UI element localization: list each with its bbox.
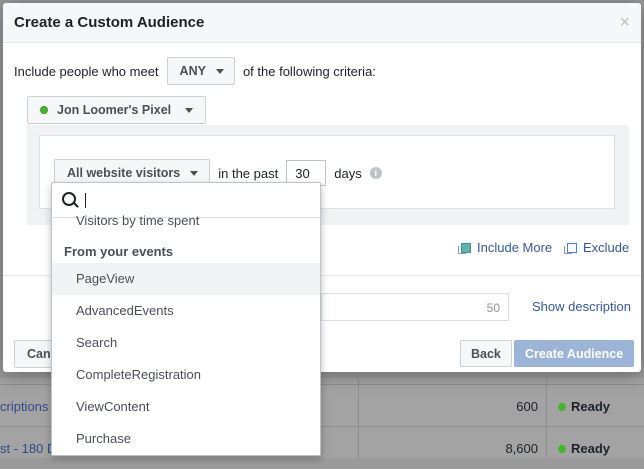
pixel-status-icon (40, 106, 48, 114)
days-label: days (334, 165, 362, 181)
menu-item-search[interactable]: Search (52, 327, 320, 359)
criteria-prefix: Include people who meet (14, 63, 159, 79)
ready-dot-icon (558, 403, 566, 411)
menu-item-advancedevents[interactable]: AdvancedEvents (52, 295, 320, 327)
menu-item-completeregistration[interactable]: CompleteRegistration (52, 359, 320, 391)
create-audience-button[interactable]: Create Audience (514, 340, 635, 367)
include-more-icon (458, 242, 471, 254)
exclude-label: Exclude (583, 240, 630, 255)
show-description-link[interactable]: Show description (532, 299, 631, 314)
status-badge: Ready (558, 441, 610, 456)
menu-section-heading: From your events (64, 244, 174, 259)
ready-dot-icon (558, 445, 566, 453)
include-more-label: Include More (477, 240, 553, 255)
visitor-type-label: All website visitors (67, 166, 181, 180)
any-all-dropdown[interactable]: ANY (166, 57, 235, 85)
criteria-suffix: of the following criteria: (242, 63, 376, 79)
menu-item-viewcontent[interactable]: ViewContent (52, 391, 320, 423)
include-more-link[interactable]: Include More (458, 240, 553, 255)
char-count: 50 (486, 301, 500, 315)
exclude-icon (564, 242, 577, 254)
exclude-link[interactable]: Exclude (564, 240, 630, 255)
pixel-selector[interactable]: Jon Loomer's Pixel (27, 96, 207, 124)
chevron-down-icon (190, 170, 199, 176)
status-badge: Ready (558, 399, 610, 414)
visitor-type-menu: Visitors by time spent From your events … (51, 182, 321, 456)
text-cursor (85, 193, 86, 208)
back-button[interactable]: Back (460, 340, 512, 367)
audience-size: 8,600 (505, 441, 538, 456)
menu-item-pageview[interactable]: PageView (52, 263, 320, 295)
in-the-past-label: in the past (218, 165, 279, 181)
dialog-header: Create a Custom Audience × (3, 3, 641, 43)
close-icon[interactable]: × (619, 12, 630, 33)
audience-name-field[interactable]: 50 (321, 293, 509, 321)
dialog-title: Create a Custom Audience (14, 14, 205, 31)
criteria-row: Include people who meet ANY of the follo… (14, 57, 376, 85)
pixel-label: Jon Loomer's Pixel (57, 103, 172, 117)
search-icon (62, 192, 76, 206)
any-label: ANY (179, 64, 206, 78)
audience-size: 600 (516, 399, 538, 414)
info-icon[interactable]: i (369, 167, 382, 179)
menu-item-purchase[interactable]: Purchase (52, 423, 320, 455)
audience-name-link[interactable]: st - 180 D (0, 441, 56, 456)
chevron-down-icon (215, 68, 224, 74)
menu-item[interactable]: Visitors by time spent (52, 207, 320, 235)
chevron-down-icon (185, 107, 194, 113)
